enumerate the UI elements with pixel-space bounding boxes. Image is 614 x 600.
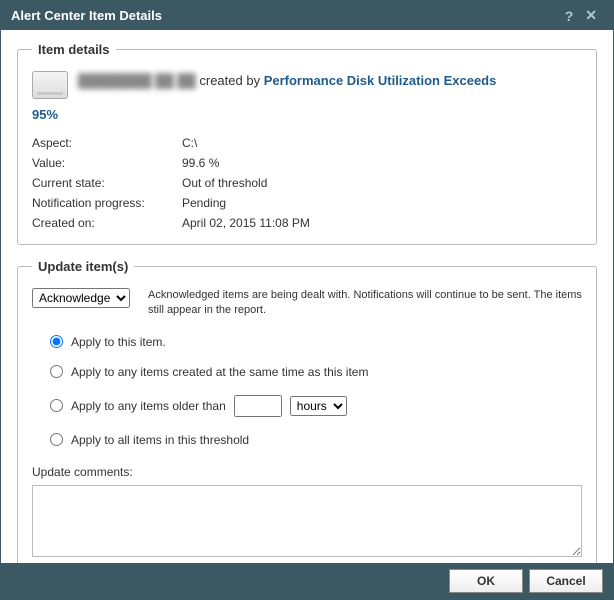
action-description: Acknowledged items are being dealt with.… [148, 288, 582, 319]
notify-label: Notification progress: [32, 196, 182, 210]
radio-same-time-label: Apply to any items created at the same t… [71, 365, 368, 379]
item-name-obscured: ████████ ██ ██ [78, 73, 196, 88]
older-than-value-input[interactable] [234, 395, 282, 417]
radio-this-item-label: Apply to this item. [71, 335, 166, 349]
radio-same-time-input[interactable] [50, 365, 63, 378]
update-action-row: Acknowledge Acknowledged items are being… [32, 288, 582, 319]
radio-this-item[interactable]: Apply to this item. [50, 335, 582, 349]
ok-button[interactable]: OK [449, 569, 523, 593]
comments-textarea[interactable] [32, 485, 582, 557]
state-value: Out of threshold [182, 176, 582, 190]
radio-older-than[interactable]: Apply to any items older than hours [50, 395, 582, 417]
close-icon[interactable]: ✕ [579, 7, 603, 24]
radio-all-items-label: Apply to all items in this threshold [71, 433, 249, 447]
dialog-footer: OK Cancel [1, 563, 613, 599]
notify-value: Pending [182, 196, 582, 210]
help-icon[interactable]: ? [559, 8, 580, 24]
value-value: 99.6 % [182, 156, 582, 170]
radio-all-items[interactable]: Apply to all items in this threshold [50, 433, 582, 447]
threshold-link[interactable]: Performance Disk Utilization Exceeds [264, 73, 497, 88]
titlebar: Alert Center Item Details ? ✕ [1, 1, 613, 30]
comments-label: Update comments: [32, 465, 582, 479]
dialog-title: Alert Center Item Details [11, 8, 162, 23]
dialog-content: Item details ████████ ██ ██ created by P… [1, 30, 613, 563]
radio-same-time[interactable]: Apply to any items created at the same t… [50, 365, 582, 379]
update-items-legend: Update item(s) [32, 259, 134, 274]
item-details-fieldset: Item details ████████ ██ ██ created by P… [17, 42, 597, 245]
aspect-value: C:\ [182, 136, 582, 150]
radio-this-item-input[interactable] [50, 335, 63, 348]
radio-older-than-input[interactable] [50, 399, 63, 412]
value-label: Value: [32, 156, 182, 170]
created-label: Created on: [32, 216, 182, 230]
item-details-grid: Aspect: C:\ Value: 99.6 % Current state:… [32, 136, 582, 230]
created-value: April 02, 2015 11:08 PM [182, 216, 582, 230]
apply-scope-radios: Apply to this item. Apply to any items c… [32, 335, 582, 447]
drive-icon [32, 71, 68, 99]
item-header: ████████ ██ ██ created by Performance Di… [32, 71, 582, 99]
created-by-label: created by [199, 73, 260, 88]
action-select[interactable]: Acknowledge [32, 288, 130, 308]
item-details-legend: Item details [32, 42, 116, 57]
state-label: Current state: [32, 176, 182, 190]
aspect-label: Aspect: [32, 136, 182, 150]
older-than-unit-select[interactable]: hours [290, 396, 347, 416]
radio-older-than-label: Apply to any items older than [71, 399, 226, 413]
threshold-percent: 95% [32, 107, 582, 122]
alert-details-dialog: Alert Center Item Details ? ✕ Item detai… [0, 0, 614, 600]
radio-all-items-input[interactable] [50, 433, 63, 446]
item-headline: ████████ ██ ██ created by Performance Di… [78, 71, 496, 91]
update-items-fieldset: Update item(s) Acknowledge Acknowledged … [17, 259, 597, 563]
cancel-button[interactable]: Cancel [529, 569, 603, 593]
